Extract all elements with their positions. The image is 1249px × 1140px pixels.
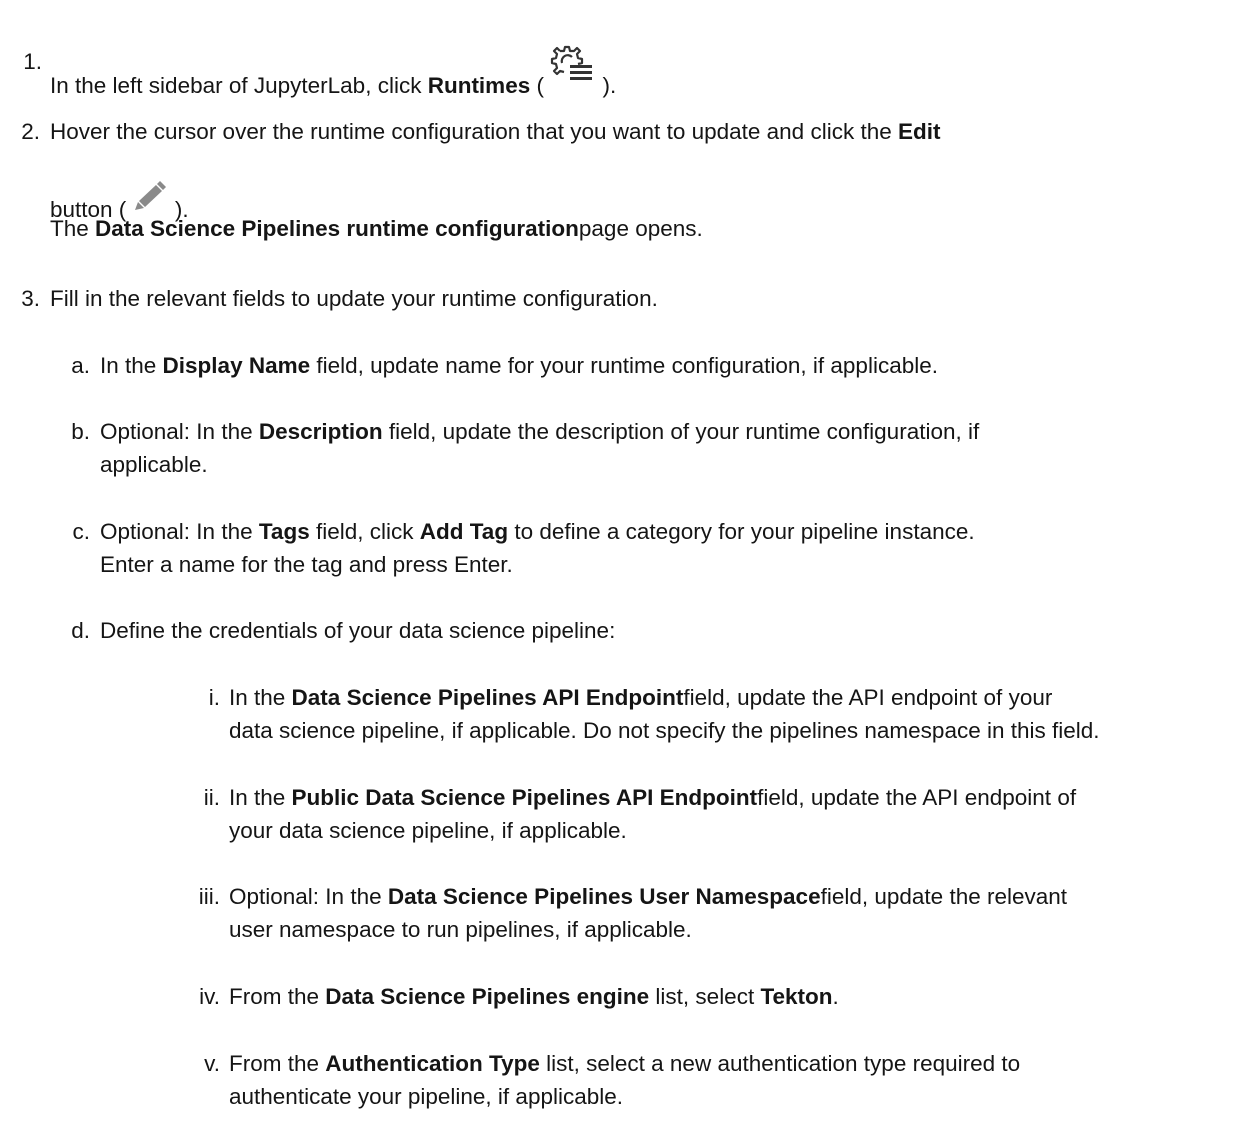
substep-letter: a. — [71, 353, 90, 378]
page-name-label: Data Science Pipelines runtime configura… — [95, 216, 579, 241]
subsubstep-text-line-1: In the Data Science Pipelines API Endpoi… — [229, 685, 1053, 710]
substep-letter: b. — [71, 419, 90, 444]
substep-text-line-2: applicable. — [100, 452, 208, 477]
subsubstep-text-line-2: your data science pipeline, if applicabl… — [229, 818, 627, 843]
substep-text-line-1: Optional: In the Description field, upda… — [100, 419, 980, 444]
subsubstep-text-line-2: authenticate your pipeline, if applicabl… — [229, 1084, 624, 1109]
subsubstep-numeral: v. — [204, 1051, 220, 1076]
subsubstep-text-line-2: user namespace to run pipelines, if appl… — [229, 917, 692, 942]
step-number: 3. — [21, 286, 40, 311]
substep-text-line-1: Optional: In the Tags field, click Add T… — [100, 519, 975, 544]
runtimes-gear-list-icon — [550, 45, 596, 94]
subsubstep-text-line-1: Optional: In the Data Science Pipelines … — [229, 884, 1068, 909]
step-number: 1. — [23, 49, 42, 74]
step-number: 2. — [21, 119, 40, 144]
edit-label: Edit — [897, 119, 941, 144]
subsubstep-numeral: ii. — [203, 785, 220, 810]
substep-text: In the Display Name field, update name f… — [100, 353, 938, 378]
subsubstep-text-line-2: data science pipeline, if applicable. Do… — [229, 718, 1100, 743]
substep-letter: c. — [72, 519, 90, 544]
step-text: In the left sidebar of JupyterLab, click… — [50, 45, 616, 102]
subsubstep-numeral: i. — [208, 685, 220, 710]
step-text: Fill in the relevant fields to update yo… — [50, 286, 658, 311]
procedure-document: 1. In the left sidebar of JupyterLab, cl… — [0, 0, 1249, 1140]
subsubstep-text: From the Data Science Pipelines engine l… — [229, 984, 839, 1009]
subsubstep-numeral: iii. — [198, 884, 220, 909]
step-text-line-1: Hover the cursor over the runtime config… — [50, 119, 941, 144]
substep-letter: d. — [71, 618, 90, 643]
subsubstep-text-line-1: From the Authentication Type list, selec… — [229, 1051, 1021, 1076]
substep-text: Define the credentials of your data scie… — [100, 618, 616, 643]
subsubstep-text-line-1: In the Public Data Science Pipelines API… — [229, 785, 1077, 810]
subsubstep-numeral: iv. — [199, 984, 220, 1009]
step-text-line-3: The Data Science Pipelines runtime confi… — [50, 216, 703, 241]
substep-text-line-2: Enter a name for the tag and press Enter… — [100, 552, 513, 577]
runtimes-label: Runtimes — [427, 73, 531, 98]
